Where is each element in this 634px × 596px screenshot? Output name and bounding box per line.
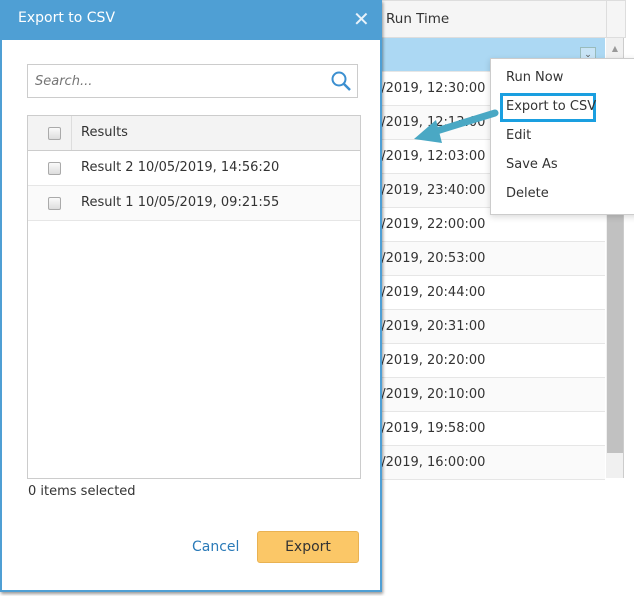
results-table: Results Result 2 10/05/2019, 14:56:20 Re… xyxy=(27,115,361,479)
search-icon[interactable] xyxy=(330,70,352,92)
menu-item-edit[interactable]: Edit xyxy=(506,128,531,143)
run-time-cell: 5/2019, 20:53:00 xyxy=(373,251,486,266)
context-menu: Run Now Export to CSV Edit Save As Delet… xyxy=(490,58,634,215)
result-label: Result 1 10/05/2019, 09:21:55 xyxy=(81,195,280,210)
dialog-header: Export to CSV ✕ xyxy=(2,0,382,40)
row-checkbox[interactable] xyxy=(48,162,61,175)
row-checkbox[interactable] xyxy=(48,197,61,210)
results-header: Results xyxy=(81,125,128,140)
run-time-header[interactable]: Run Time xyxy=(386,11,449,27)
table-row[interactable]: Result 2 10/05/2019, 14:56:20 xyxy=(28,151,360,186)
run-time-cell: 5/2019, 22:00:00 xyxy=(373,217,486,232)
dialog-title: Export to CSV xyxy=(18,10,116,26)
table-header: Results xyxy=(28,116,360,151)
search-input[interactable] xyxy=(35,66,325,96)
run-time-cell: 5/2019, 19:58:00 xyxy=(373,421,486,436)
pointer-arrow-icon xyxy=(414,109,499,143)
menu-item-run-now[interactable]: Run Now xyxy=(506,70,563,85)
run-time-cell: 5/2019, 23:40:00 xyxy=(373,183,486,198)
run-time-cell: 5/2019, 20:10:00 xyxy=(373,387,486,402)
run-time-cell: 5/2019, 20:31:00 xyxy=(373,319,486,334)
menu-item-save-as[interactable]: Save As xyxy=(506,157,558,172)
run-time-cell: 5/2019, 12:30:00 xyxy=(373,81,486,96)
table-row[interactable]: Result 1 10/05/2019, 09:21:55 xyxy=(28,186,360,221)
select-all-checkbox[interactable] xyxy=(48,127,61,140)
run-time-cell: 5/2019, 20:20:00 xyxy=(373,353,486,368)
column-divider xyxy=(606,1,607,39)
run-time-cell: 5/2019, 16:00:00 xyxy=(373,455,486,470)
close-icon[interactable]: ✕ xyxy=(353,7,370,31)
search-box xyxy=(27,64,358,98)
column-divider xyxy=(71,116,72,150)
menu-item-export-csv[interactable]: Export to CSV xyxy=(506,99,596,114)
export-csv-dialog: Export to CSV ✕ Results Result 2 10/05/2… xyxy=(0,0,382,592)
result-label: Result 2 10/05/2019, 14:56:20 xyxy=(81,160,280,175)
scroll-up-arrow-icon[interactable]: ▲ xyxy=(606,44,624,56)
export-button[interactable]: Export xyxy=(257,531,359,563)
run-time-cell: 5/2019, 20:44:00 xyxy=(373,285,486,300)
menu-item-delete[interactable]: Delete xyxy=(506,186,549,201)
selection-count: 0 items selected xyxy=(28,484,136,499)
cancel-button[interactable]: Cancel xyxy=(192,539,239,555)
